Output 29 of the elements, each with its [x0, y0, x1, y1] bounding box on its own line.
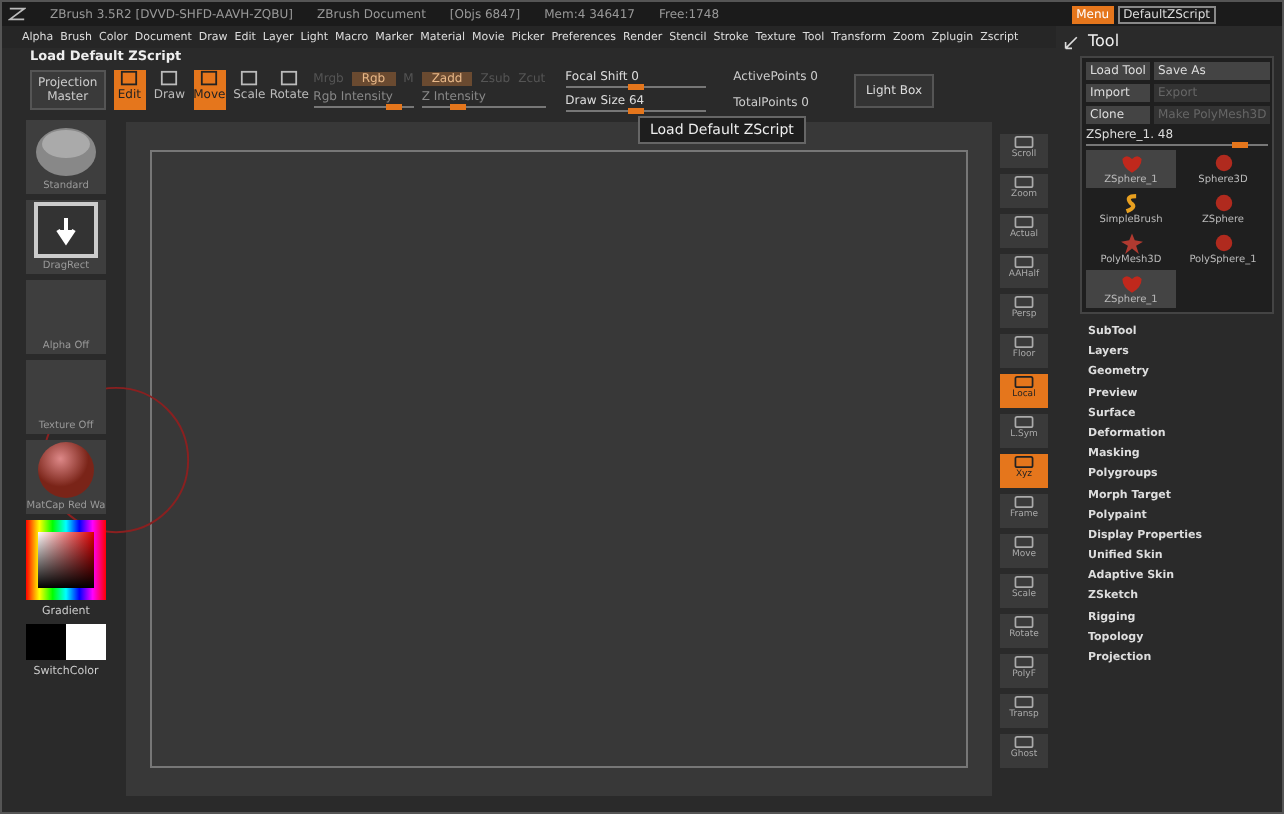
frame-icon [1012, 574, 1036, 590]
frame-icon [1012, 494, 1036, 510]
frame-icon [1012, 374, 1036, 390]
frame-icon [1012, 734, 1036, 750]
frame-icon [1012, 534, 1036, 550]
frame-icon [238, 70, 261, 88]
frame-icon [1012, 694, 1036, 710]
frame-icon [1012, 334, 1036, 350]
pointer-icon [1064, 33, 1080, 49]
color-picker[interactable] [26, 520, 106, 600]
panel-title: Tool [1088, 32, 1120, 50]
frame-icon [118, 70, 141, 88]
frame-icon [158, 70, 181, 88]
tool-preview-icon [1117, 152, 1145, 174]
frame-icon [1012, 214, 1036, 230]
frame-icon [1012, 254, 1036, 270]
frame-icon [1012, 174, 1036, 190]
frame-icon [198, 70, 221, 88]
frame-icon [1012, 454, 1036, 470]
frame-icon [1012, 414, 1036, 430]
frame-icon [1012, 134, 1036, 150]
switch-color-swatch[interactable] [26, 624, 106, 660]
tool-preview-icon [1117, 232, 1145, 254]
frame-icon [1012, 614, 1036, 630]
zbrush-logo-icon [8, 6, 26, 22]
frame-icon [278, 70, 301, 88]
frame-icon [1012, 294, 1036, 310]
tool-preview-icon [1117, 272, 1145, 294]
frame-icon [1012, 654, 1036, 670]
